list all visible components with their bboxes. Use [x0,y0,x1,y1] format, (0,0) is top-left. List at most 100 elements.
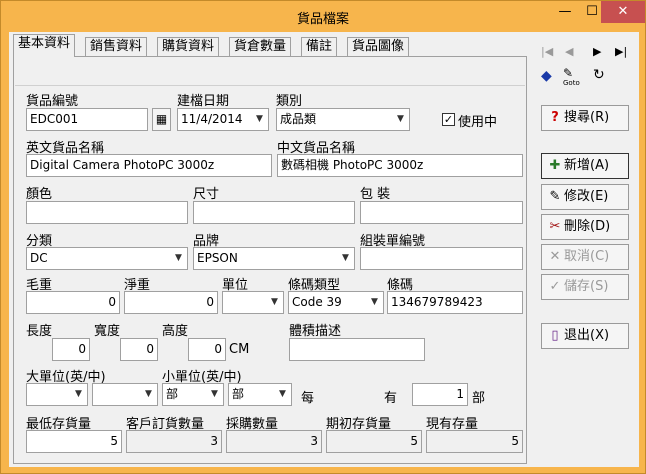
net-weight-input[interactable]: 0 [124,291,218,314]
last-record-button[interactable]: ▶| [615,45,627,58]
chevron-down-icon: ▼ [342,253,349,263]
min-stock-input[interactable]: 5 [26,430,122,453]
category-select[interactable]: 成品類 ▼ [276,108,410,131]
packing-input[interactable] [360,201,523,224]
lookup-button[interactable]: ▦ [152,108,171,131]
chevron-down-icon: ▼ [279,389,286,399]
tab-basic-info[interactable]: 基本資料 [13,34,76,57]
small-unit-en-value: 部 [166,387,179,401]
new-button-label: 新增(A) [564,158,610,173]
save-button[interactable]: ✓ 儲存(S) [541,274,629,300]
classification-value: DC [30,251,48,265]
height-input[interactable]: 0 [188,338,226,361]
chevron-down-icon: ▼ [256,114,263,124]
next-record-button[interactable]: ▶ [593,45,601,58]
created-date-picker[interactable]: 11/4/2014 ▼ [177,108,269,131]
refresh-button[interactable]: ↻ [593,67,605,83]
chevron-down-icon: ▼ [371,297,378,307]
edit-button-label: 修改(E) [564,189,609,204]
close-button[interactable]: ✕ [601,1,645,23]
lookup-icon: ▦ [155,112,168,126]
brand-select[interactable]: EPSON ▼ [193,247,355,270]
search-button-label: 搜尋(R) [564,110,610,125]
bookmark-button[interactable]: ◆ [541,68,552,84]
chevron-down-icon: ▼ [75,389,82,399]
chevron-down-icon: ▼ [271,297,278,307]
item-code-label: 貨品編號 [26,94,79,109]
eraser-icon: ◆ [541,68,552,84]
current-stock-value: 5 [426,430,523,453]
volume-desc-input[interactable] [289,338,425,361]
purchase-qty-value: 3 [226,430,322,453]
delete-icon: ✂ [549,219,561,234]
minimize-button[interactable]: — [551,1,579,23]
qty-unit-label: 部 [472,391,486,406]
en-name-input[interactable]: Digital Camera PhotoPC 3000z [26,154,272,177]
goto-icon: ✎ [563,66,574,80]
in-use-checkbox[interactable]: ✓ [442,113,455,126]
tab-purchase-info[interactable]: 購貨資料 [157,37,220,56]
delete-button[interactable]: ✂ 刪除(D) [541,214,629,240]
gross-weight-input[interactable]: 0 [26,291,120,314]
refresh-icon: ↻ [593,67,605,83]
goto-button[interactable]: ✎ Goto [563,66,580,87]
window-title: 貨品檔案 [296,12,349,27]
panel-top-strip [15,58,525,86]
basic-info-panel: 貨品編號 EDC001 ▦ 建檔日期 11/4/2014 ▼ 類別 成品類 ▼ … [13,56,527,464]
sidebar: |◀ ◀ ▶ ▶| ◆ ✎ Goto ↻ ? 搜尋(R) ✚ 新增(A) ✎ 修改(E… [533,32,639,467]
tab-remarks[interactable]: 備註 [301,37,338,56]
big-unit-en-select[interactable]: ▼ [26,383,88,406]
chevron-down-icon: ▼ [211,389,218,399]
length-label: 長度 [26,324,53,339]
chevron-down-icon: ▼ [397,114,404,124]
packing-label: 包 裝 [360,187,391,202]
brand-value: EPSON [197,251,238,265]
assembly-no-input[interactable] [360,247,523,270]
cn-name-input[interactable]: 數碼相機 PhotoPC 3000z [277,154,523,177]
new-button[interactable]: ✚ 新增(A) [541,153,629,179]
each-label: 每 [301,391,315,406]
first-record-button[interactable]: |◀ [541,45,553,58]
exit-button[interactable]: ▯ 退出(X) [541,323,629,349]
category-label: 類別 [276,94,303,109]
title-bar: 貨品檔案 — ☐ ✕ [1,1,645,31]
cust-order-value: 3 [126,430,222,453]
barcode-type-select[interactable]: Code 39 ▼ [288,291,384,314]
new-record-icon: ✚ [549,158,561,173]
chevron-down-icon: ▼ [145,389,152,399]
search-icon: ? [551,110,559,125]
classification-select[interactable]: DC ▼ [26,247,188,270]
width-input[interactable]: 0 [120,338,158,361]
qty-per-input[interactable]: 1 [412,383,468,406]
created-date-label: 建檔日期 [177,94,230,109]
item-code-input[interactable]: EDC001 [26,108,148,131]
cm-unit-label: CM [229,342,250,357]
small-unit-en-select[interactable]: 部 ▼ [162,383,224,406]
tab-warehouse-qty[interactable]: 貨倉數量 [229,37,292,56]
category-value: 成品類 [280,112,317,126]
unit-select[interactable]: ▼ [222,291,284,314]
small-unit-cn-select[interactable]: 部 ▼ [228,383,292,406]
size-label: 尺寸 [193,187,220,202]
tab-sales-info[interactable]: 銷售資料 [85,37,148,56]
save-button-label: 儲存(S) [564,279,609,294]
in-use-label: 使用中 [458,115,498,130]
checkmark-icon: ✓ [443,113,454,126]
edit-icon: ✎ [549,189,561,204]
cancel-button[interactable]: ✕ 取消(C) [541,244,629,270]
barcode-input[interactable]: 134679789423 [387,291,523,314]
edit-button[interactable]: ✎ 修改(E) [541,184,629,210]
color-input[interactable] [26,201,188,224]
height-label: 高度 [162,324,189,339]
big-unit-cn-select[interactable]: ▼ [92,383,158,406]
exit-button-label: 退出(X) [564,328,610,343]
size-input[interactable] [193,201,355,224]
volume-desc-label: 體積描述 [289,324,342,339]
save-icon: ✓ [549,279,561,294]
barcode-type-value: Code 39 [292,295,342,309]
prev-record-button[interactable]: ◀ [565,45,573,58]
length-input[interactable]: 0 [52,338,90,361]
item-file-window: 貨品檔案 — ☐ ✕ 基本資料 銷售資料 購貨資料 貨倉數量 備註 貨品圖像 貨… [0,0,646,474]
tab-item-image[interactable]: 貨品圖像 [347,37,410,56]
search-button[interactable]: ? 搜尋(R) [541,105,629,131]
